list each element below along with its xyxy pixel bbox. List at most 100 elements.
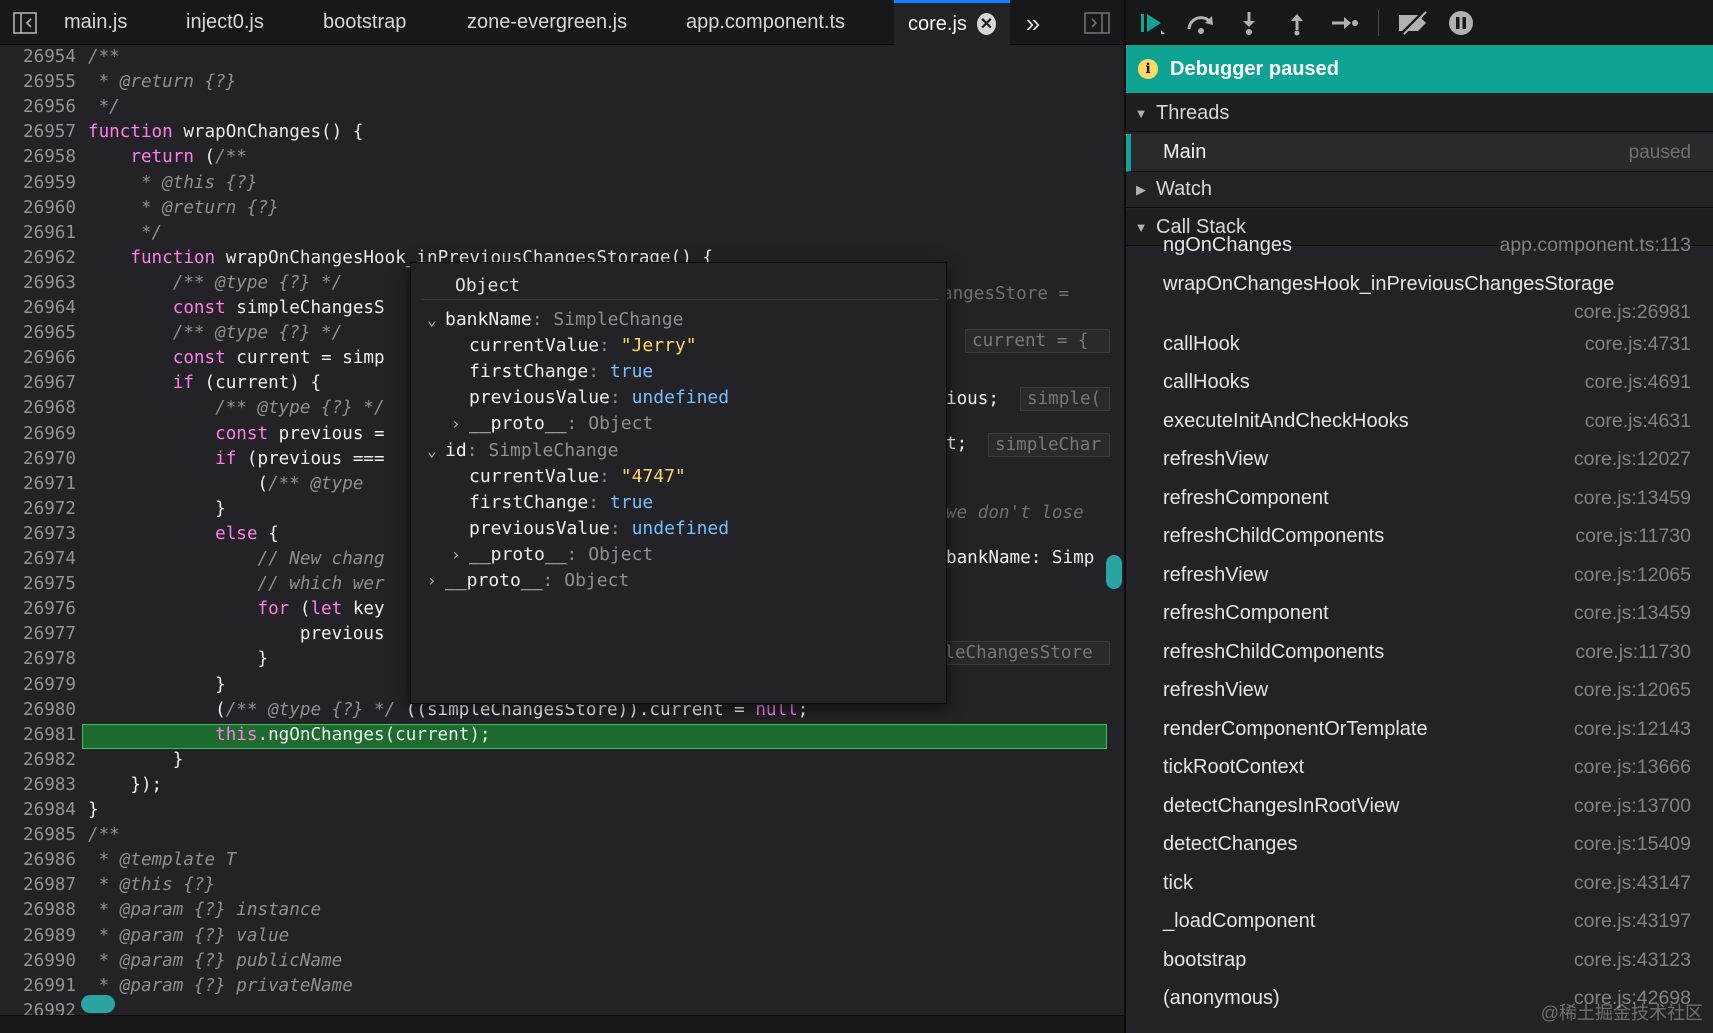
tab-app-component-ts[interactable]: app.component.ts <box>672 0 859 45</box>
object-tree-row[interactable]: previousValue: undefined <box>451 385 729 411</box>
watch-section-header[interactable]: ▶ Watch <box>1126 172 1713 208</box>
line-number[interactable]: 26980 <box>0 698 76 723</box>
object-tree-row[interactable]: ⌄ bankName: SimpleChange <box>427 307 683 333</box>
object-tree-row[interactable]: firstChange: true <box>451 359 653 385</box>
tab-inject0-js[interactable]: inject0.js <box>172 0 278 45</box>
code-line[interactable]: 26982 } <box>0 748 1108 773</box>
line-number[interactable]: 26959 <box>0 171 76 196</box>
line-number[interactable]: 26979 <box>0 673 76 698</box>
line-number[interactable]: 26991 <box>0 974 76 999</box>
line-number[interactable]: 26985 <box>0 823 76 848</box>
call-stack-frame[interactable]: renderComponentOrTemplate core.js:12143 <box>1126 718 1713 752</box>
line-number[interactable]: 26964 <box>0 296 76 321</box>
code-line[interactable]: 26991 * @param {?} privateName <box>0 974 1108 999</box>
code-line[interactable]: 26954 /** <box>0 45 1108 70</box>
call-stack-frame[interactable]: tick core.js:43147 <box>1126 872 1713 906</box>
line-number[interactable]: 26990 <box>0 949 76 974</box>
line-number[interactable]: 26977 <box>0 622 76 647</box>
line-number[interactable]: 26973 <box>0 522 76 547</box>
line-number[interactable]: 26986 <box>0 848 76 873</box>
line-number[interactable]: 26987 <box>0 873 76 898</box>
line-number[interactable]: 26965 <box>0 321 76 346</box>
line-number[interactable]: 26967 <box>0 371 76 396</box>
code-line[interactable]: 26957 function wrapOnChanges() { <box>0 120 1108 145</box>
step-over-icon[interactable] <box>1184 7 1218 39</box>
call-stack-frame[interactable]: ngOnChanges app.component.ts:113 <box>1126 234 1713 268</box>
line-number[interactable]: 26954 <box>0 45 76 70</box>
thread-item-main[interactable]: Main paused <box>1126 134 1713 172</box>
current-execution-line[interactable]: 26981 this.ngOnChanges(current); <box>0 723 1108 749</box>
line-number[interactable]: 26975 <box>0 572 76 597</box>
line-number[interactable]: 26960 <box>0 196 76 221</box>
code-line[interactable]: 26983 }); <box>0 773 1108 798</box>
code-line[interactable]: 26959 * @this {?} <box>0 171 1108 196</box>
expanded-arrow-icon[interactable]: ⌄ <box>427 438 445 464</box>
line-number[interactable]: 26992 <box>0 999 76 1015</box>
code-line[interactable]: 26992 <box>0 999 1108 1015</box>
call-stack-frame[interactable]: detectChanges core.js:15409 <box>1126 833 1713 867</box>
object-tree-row[interactable]: › __proto__: Object <box>451 411 653 437</box>
line-number[interactable]: 26983 <box>0 773 76 798</box>
code-line[interactable]: 26984} <box>0 798 1108 823</box>
line-number[interactable]: 26971 <box>0 472 76 497</box>
toggle-sidebar-icon[interactable] <box>10 8 40 38</box>
line-number[interactable]: 26988 <box>0 898 76 923</box>
line-number[interactable]: 26978 <box>0 647 76 672</box>
call-stack-frame[interactable]: bootstrap core.js:43123 <box>1126 949 1713 983</box>
tab-bootstrap[interactable]: bootstrap <box>309 0 420 45</box>
expanded-arrow-icon[interactable]: ⌄ <box>427 307 445 333</box>
line-number[interactable]: 26984 <box>0 798 76 823</box>
code-line[interactable]: 26990 * @param {?} publicName <box>0 949 1108 974</box>
code-line[interactable]: 26960 * @return {?} <box>0 196 1108 221</box>
collapsed-arrow-icon[interactable]: › <box>451 411 469 437</box>
line-number[interactable]: 26962 <box>0 246 76 271</box>
code-line[interactable]: 26955 * @return {?} <box>0 70 1108 95</box>
code-line[interactable]: 26956 */ <box>0 95 1108 120</box>
line-number[interactable]: 26955 <box>0 70 76 95</box>
call-stack-frame[interactable]: refreshChildComponents core.js:11730 <box>1126 525 1713 559</box>
call-stack-frame[interactable]: callHooks core.js:4691 <box>1126 371 1713 405</box>
line-number[interactable]: 26963 <box>0 271 76 296</box>
object-tree-row[interactable]: ⌄ id: SimpleChange <box>427 438 618 464</box>
deactivate-breakpoints-icon[interactable] <box>1396 7 1430 39</box>
line-number[interactable]: 26968 <box>0 396 76 421</box>
code-line[interactable]: 26989 * @param {?} value <box>0 924 1108 949</box>
call-stack-frame[interactable]: refreshComponent core.js:13459 <box>1126 602 1713 636</box>
breakpoint-marker[interactable] <box>81 995 115 1013</box>
call-stack-frame[interactable]: detectChangesInRootView core.js:13700 <box>1126 795 1713 829</box>
line-number[interactable]: 26974 <box>0 547 76 572</box>
call-stack-frame[interactable]: refreshView core.js:12065 <box>1126 679 1713 713</box>
line-number[interactable]: 26969 <box>0 422 76 447</box>
resume-icon[interactable] <box>1136 7 1170 39</box>
more-tabs-icon[interactable]: » <box>1018 8 1048 38</box>
collapsed-arrow-icon[interactable]: › <box>451 542 469 568</box>
step-out-icon[interactable] <box>1280 7 1314 39</box>
line-number[interactable]: 26976 <box>0 597 76 622</box>
pause-on-exceptions-icon[interactable] <box>1444 7 1478 39</box>
code-line[interactable]: 26961 */ <box>0 221 1108 246</box>
threads-section-header[interactable]: ▼ Threads <box>1126 96 1713 132</box>
object-tree-row[interactable]: firstChange: true <box>451 490 653 516</box>
step-to-icon[interactable] <box>1328 7 1362 39</box>
step-in-icon[interactable] <box>1232 7 1266 39</box>
line-number[interactable]: 26958 <box>0 145 76 170</box>
call-stack-frame[interactable]: refreshComponent core.js:13459 <box>1126 487 1713 521</box>
close-tab-icon[interactable]: ✕ <box>976 13 996 35</box>
code-line[interactable]: 26988 * @param {?} instance <box>0 898 1108 923</box>
line-number[interactable]: 26981 <box>0 723 76 748</box>
code-line[interactable]: 26986 * @template T <box>0 848 1108 873</box>
code-line[interactable]: 26987 * @this {?} <box>0 873 1108 898</box>
object-tree-row[interactable]: previousValue: undefined <box>451 516 729 542</box>
line-number[interactable]: 26956 <box>0 95 76 120</box>
line-number[interactable]: 26966 <box>0 346 76 371</box>
call-stack-frame[interactable]: _loadComponent core.js:43197 <box>1126 910 1713 944</box>
collapsed-arrow-icon[interactable]: › <box>427 568 445 594</box>
tab-zone-evergreen-js[interactable]: zone-evergreen.js <box>453 0 641 45</box>
call-stack-frame[interactable]: tickRootContext core.js:13666 <box>1126 756 1713 790</box>
call-stack-frame[interactable]: wrapOnChangesHook_inPreviousChangesStora… <box>1126 273 1713 333</box>
call-stack-frame[interactable]: callHook core.js:4731 <box>1126 333 1713 367</box>
line-number[interactable]: 26957 <box>0 120 76 145</box>
call-stack-frame[interactable]: refreshChildComponents core.js:11730 <box>1126 641 1713 675</box>
object-tree-row[interactable]: › __proto__: Object <box>451 542 653 568</box>
line-number[interactable]: 26970 <box>0 447 76 472</box>
